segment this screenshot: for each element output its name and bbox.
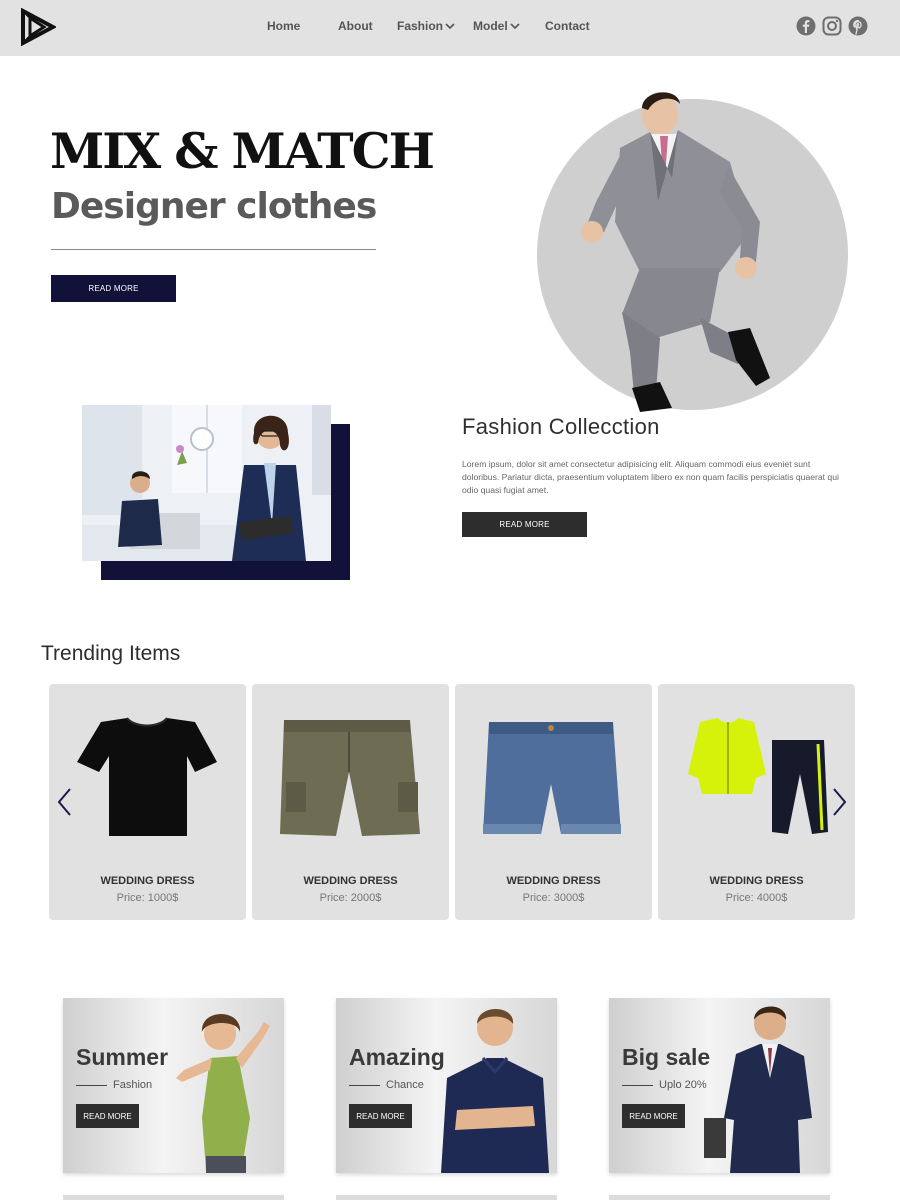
pinterest-icon[interactable] xyxy=(848,16,868,36)
product-price: Price: 4000$ xyxy=(725,892,788,904)
promo-read-more-button[interactable]: READ MORE xyxy=(622,1104,685,1128)
promo-row-next-peek xyxy=(609,1195,830,1200)
promo-read-more-button[interactable]: READ MORE xyxy=(349,1104,412,1128)
promo-read-more-button[interactable]: READ MORE xyxy=(76,1104,139,1128)
trending-title: Trending Items xyxy=(41,642,181,665)
product-price: Price: 2000$ xyxy=(319,892,382,904)
product-name: WEDDING DRESS xyxy=(506,875,601,887)
promo-divider xyxy=(349,1085,380,1086)
promo-man-suit-image xyxy=(704,1006,812,1173)
nav-fashion-label: Fashion xyxy=(397,19,444,33)
nav-contact[interactable]: Contact xyxy=(545,19,590,33)
promo-title: Summer xyxy=(76,1044,169,1070)
hero-divider xyxy=(51,249,376,250)
collection-office-image xyxy=(82,405,331,561)
promo-divider xyxy=(76,1085,107,1086)
promo-card-summer[interactable]: Summer Fashion READ MORE xyxy=(63,998,284,1173)
nav-model-label: Model xyxy=(473,19,508,33)
product-price: Price: 3000$ xyxy=(522,892,585,904)
promo-woman-image xyxy=(176,1014,270,1173)
nav-home[interactable]: Home xyxy=(267,19,300,33)
promo-row-next-peek xyxy=(63,1195,284,1200)
promo-card-amazing[interactable]: Amazing Chance READ MORE xyxy=(336,998,557,1173)
chevron-down-icon xyxy=(445,23,455,30)
promo-title: Big sale xyxy=(622,1044,711,1070)
instagram-icon[interactable] xyxy=(822,16,842,36)
nav-model[interactable]: Model xyxy=(473,19,520,33)
product-name: WEDDING DRESS xyxy=(303,875,398,887)
promo-subtitle: Chance xyxy=(386,1079,424,1091)
collection-description: Lorem ipsum, dolor sit amet consectetur … xyxy=(462,459,839,495)
chevron-down-icon xyxy=(510,23,520,30)
promo-title: Amazing xyxy=(349,1044,445,1070)
page: Home About Fashion Model Contact MIX & M… xyxy=(0,0,900,1200)
promo-man-polo-image xyxy=(441,1009,549,1173)
main-nav: Home About Fashion Model Contact xyxy=(0,19,900,37)
hero-title: MIX & MATCH xyxy=(50,122,435,180)
hero-read-more-button[interactable]: READ MORE xyxy=(51,275,176,302)
hero-subtitle: Designer clothes xyxy=(51,186,377,227)
carousel-prev-arrow-icon[interactable] xyxy=(56,787,72,817)
hero-model-image xyxy=(581,92,770,412)
promo-card-big-sale[interactable]: Big sale Uplo 20% READ MORE xyxy=(609,998,830,1173)
product-name: WEDDING DRESS xyxy=(100,875,195,887)
promo-divider xyxy=(622,1085,653,1086)
collection-title: Fashion Collecction xyxy=(462,414,660,439)
product-price: Price: 1000$ xyxy=(116,892,179,904)
collection-read-more-button[interactable]: READ MORE xyxy=(462,512,587,537)
nav-about[interactable]: About xyxy=(338,19,373,33)
product-name: WEDDING DRESS xyxy=(709,875,804,887)
facebook-icon[interactable] xyxy=(796,16,816,36)
promo-subtitle: Uplo 20% xyxy=(659,1079,707,1091)
promo-row-next-peek xyxy=(336,1195,557,1200)
nav-fashion[interactable]: Fashion xyxy=(397,19,455,33)
carousel-next-arrow-icon[interactable] xyxy=(832,787,848,817)
promo-subtitle: Fashion xyxy=(113,1079,153,1091)
site-header: Home About Fashion Model Contact xyxy=(0,0,900,56)
